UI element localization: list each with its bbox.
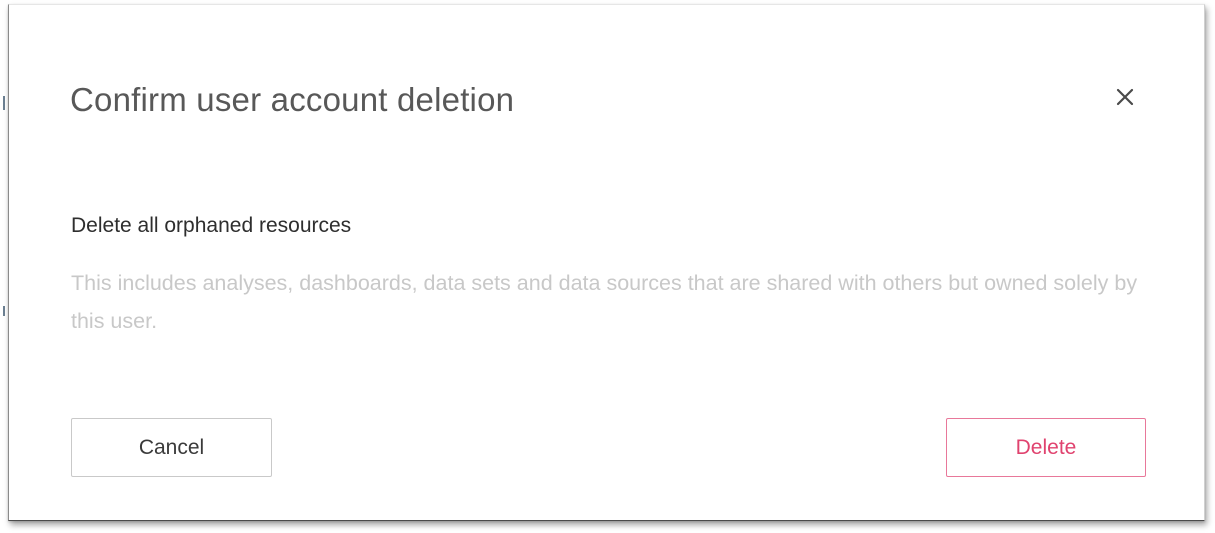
option-heading: Delete all orphaned resources	[71, 214, 352, 237]
cancel-button-label: Cancel	[138, 435, 205, 459]
close-icon	[1116, 88, 1134, 106]
delete-button-label: Delete	[1015, 435, 1077, 459]
edge-mark	[3, 306, 5, 316]
option-description: This includes analyses, dashboards, data…	[71, 271, 1138, 333]
background-edge	[0, 0, 8, 533]
dialog-title: Confirm user account deletion	[70, 81, 515, 118]
edge-mark	[3, 96, 5, 110]
confirm-deletion-dialog: Confirm user account deletion Delete all…	[8, 4, 1205, 521]
delete-button[interactable]: Delete	[946, 418, 1146, 477]
close-button[interactable]	[1105, 77, 1145, 117]
cancel-button[interactable]: Cancel	[71, 418, 272, 477]
